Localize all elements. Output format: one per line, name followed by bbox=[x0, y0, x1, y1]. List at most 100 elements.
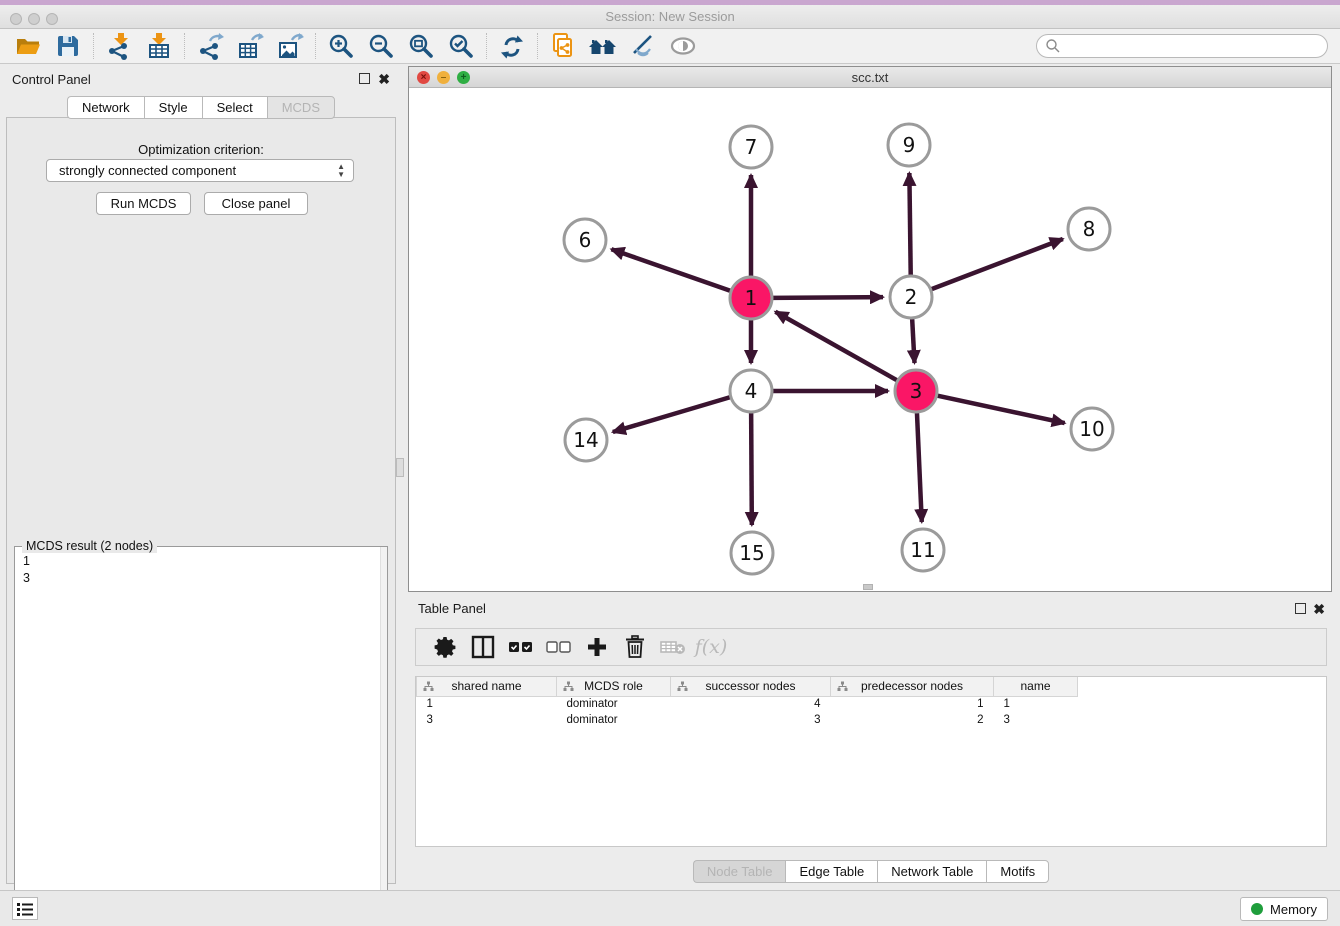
table-row[interactable]: 3dominator323 bbox=[417, 712, 1078, 728]
column-header-predecessor-nodes[interactable]: predecessor nodes bbox=[831, 677, 994, 696]
export-table-icon[interactable] bbox=[230, 30, 270, 62]
tab-network[interactable]: Network bbox=[67, 96, 144, 119]
tab-style[interactable]: Style bbox=[144, 96, 202, 119]
window-close-button[interactable] bbox=[10, 13, 22, 25]
table-cell[interactable]: dominator bbox=[557, 712, 671, 728]
show-column-panel-icon[interactable] bbox=[464, 630, 502, 664]
network-maximize-icon[interactable]: + bbox=[457, 71, 470, 84]
zoom-in-icon[interactable] bbox=[321, 30, 361, 62]
graph-edge-4-15[interactable] bbox=[751, 413, 752, 525]
criterion-select[interactable]: strongly connected component ▲▼ bbox=[46, 159, 354, 182]
window-zoom-button[interactable] bbox=[46, 13, 58, 25]
table-row[interactable]: 1dominator411 bbox=[417, 696, 1078, 712]
apply-layout-icon[interactable] bbox=[492, 30, 532, 62]
task-history-list-icon[interactable] bbox=[12, 897, 38, 920]
export-image-icon[interactable] bbox=[270, 30, 310, 62]
network-from-selection-icon[interactable] bbox=[543, 30, 583, 62]
table-cell[interactable]: dominator bbox=[557, 696, 671, 712]
graph-edge-1-6[interactable] bbox=[611, 249, 730, 291]
table-cell[interactable]: 3 bbox=[994, 712, 1078, 728]
graph-edge-3-10[interactable] bbox=[938, 396, 1065, 423]
column-header-name[interactable]: name bbox=[994, 677, 1078, 696]
graph-node-8[interactable]: 8 bbox=[1068, 208, 1110, 250]
mcds-result-textarea[interactable]: 13 bbox=[15, 547, 387, 923]
float-panel-icon[interactable] bbox=[359, 73, 370, 84]
network-hscroll-handle[interactable] bbox=[863, 584, 873, 590]
memory-status-icon bbox=[1251, 903, 1263, 915]
tab-motifs[interactable]: Motifs bbox=[986, 860, 1049, 883]
tab-network-table[interactable]: Network Table bbox=[877, 860, 986, 883]
hide-selected-icon[interactable] bbox=[623, 30, 663, 62]
import-network-icon[interactable] bbox=[99, 30, 139, 62]
network-graph-canvas[interactable]: 7 9 6 8 1 2 4 3 14 10 15 11 bbox=[409, 88, 1331, 591]
graph-edge-2-8[interactable] bbox=[932, 239, 1063, 289]
graph-node-15[interactable]: 15 bbox=[731, 532, 773, 574]
graph-edge-3-1[interactable] bbox=[775, 312, 896, 380]
memory-button[interactable]: Memory bbox=[1240, 897, 1328, 921]
table-cell[interactable]: 3 bbox=[671, 712, 831, 728]
run-mcds-button[interactable]: Run MCDS bbox=[96, 192, 191, 215]
tab-select[interactable]: Select bbox=[202, 96, 267, 119]
graph-node-3[interactable]: 3 bbox=[895, 370, 937, 412]
table-cell[interactable]: 1 bbox=[994, 696, 1078, 712]
create-column-plus-icon[interactable] bbox=[578, 630, 616, 664]
graph-node-4[interactable]: 4 bbox=[730, 370, 772, 412]
delete-column-trash-icon[interactable] bbox=[616, 630, 654, 664]
tab-node-table[interactable]: Node Table bbox=[693, 860, 786, 883]
open-file-icon[interactable] bbox=[8, 30, 48, 62]
graph-edge-3-11[interactable] bbox=[917, 413, 922, 522]
mcds-result-line: 1 bbox=[23, 553, 387, 570]
table-settings-gear-icon[interactable] bbox=[426, 630, 464, 664]
app-titlebar: Session: New Session bbox=[0, 5, 1340, 29]
import-table-icon[interactable] bbox=[139, 30, 179, 62]
close-panel-button[interactable]: Close panel bbox=[204, 192, 308, 215]
select-all-columns-icon[interactable] bbox=[502, 630, 540, 664]
graph-edge-1-2[interactable] bbox=[773, 297, 883, 298]
graph-node-9[interactable]: 9 bbox=[888, 124, 930, 166]
close-panel-icon[interactable]: ✖ bbox=[378, 73, 390, 85]
table-cell[interactable]: 1 bbox=[831, 696, 994, 712]
network-close-icon[interactable]: × bbox=[417, 71, 430, 84]
graph-node-2[interactable]: 2 bbox=[890, 276, 932, 318]
graph-node-7[interactable]: 7 bbox=[730, 126, 772, 168]
network-window-titlebar[interactable]: × – + scc.txt bbox=[409, 67, 1331, 88]
graph-node-11[interactable]: 11 bbox=[902, 529, 944, 571]
table-cell[interactable]: 4 bbox=[671, 696, 831, 712]
column-header-successor-nodes[interactable]: successor nodes bbox=[671, 677, 831, 696]
graph-edge-2-3[interactable] bbox=[912, 319, 914, 363]
zoom-fit-icon[interactable] bbox=[401, 30, 441, 62]
mcds-result-title: MCDS result (2 nodes) bbox=[22, 539, 157, 553]
table-cell[interactable]: 2 bbox=[831, 712, 994, 728]
graph-node-6[interactable]: 6 bbox=[564, 219, 606, 261]
unselect-all-columns-icon[interactable] bbox=[540, 630, 578, 664]
table-cell[interactable]: 1 bbox=[417, 696, 557, 712]
column-header-shared-name[interactable]: shared name bbox=[417, 677, 557, 696]
first-neighbors-icon[interactable] bbox=[583, 30, 623, 62]
function-builder-icon-disabled: f(x) bbox=[692, 630, 730, 664]
network-minimize-icon[interactable]: – bbox=[437, 71, 450, 84]
close-table-panel-icon[interactable]: ✖ bbox=[1313, 603, 1325, 615]
column-header-MCDS-role[interactable]: MCDS role bbox=[557, 677, 671, 696]
table-panel-tabs: Node TableEdge TableNetwork TableMotifs bbox=[408, 860, 1334, 883]
toolbar-separator bbox=[537, 33, 538, 59]
graph-node-14[interactable]: 14 bbox=[565, 419, 607, 461]
show-hidden-eye-icon[interactable] bbox=[663, 30, 703, 62]
zoom-out-icon[interactable] bbox=[361, 30, 401, 62]
memory-label: Memory bbox=[1270, 902, 1317, 917]
tab-edge-table[interactable]: Edge Table bbox=[785, 860, 877, 883]
table-cell[interactable]: 3 bbox=[417, 712, 557, 728]
graph-node-10[interactable]: 10 bbox=[1071, 408, 1113, 450]
tab-mcds[interactable]: MCDS bbox=[267, 96, 335, 119]
panel-splitter-handle[interactable] bbox=[396, 458, 404, 477]
graph-edge-2-9[interactable] bbox=[909, 173, 910, 275]
export-network-icon[interactable] bbox=[190, 30, 230, 62]
result-scrollbar[interactable] bbox=[380, 547, 387, 923]
node-data-table[interactable]: shared nameMCDS rolesuccessor nodesprede… bbox=[416, 677, 1078, 728]
save-session-icon[interactable] bbox=[48, 30, 88, 62]
window-minimize-button[interactable] bbox=[28, 13, 40, 25]
search-input[interactable] bbox=[1036, 34, 1328, 58]
float-table-panel-icon[interactable] bbox=[1295, 603, 1306, 614]
graph-node-1[interactable]: 1 bbox=[730, 277, 772, 319]
graph-edge-4-14[interactable] bbox=[613, 397, 730, 432]
zoom-selected-icon[interactable] bbox=[441, 30, 481, 62]
